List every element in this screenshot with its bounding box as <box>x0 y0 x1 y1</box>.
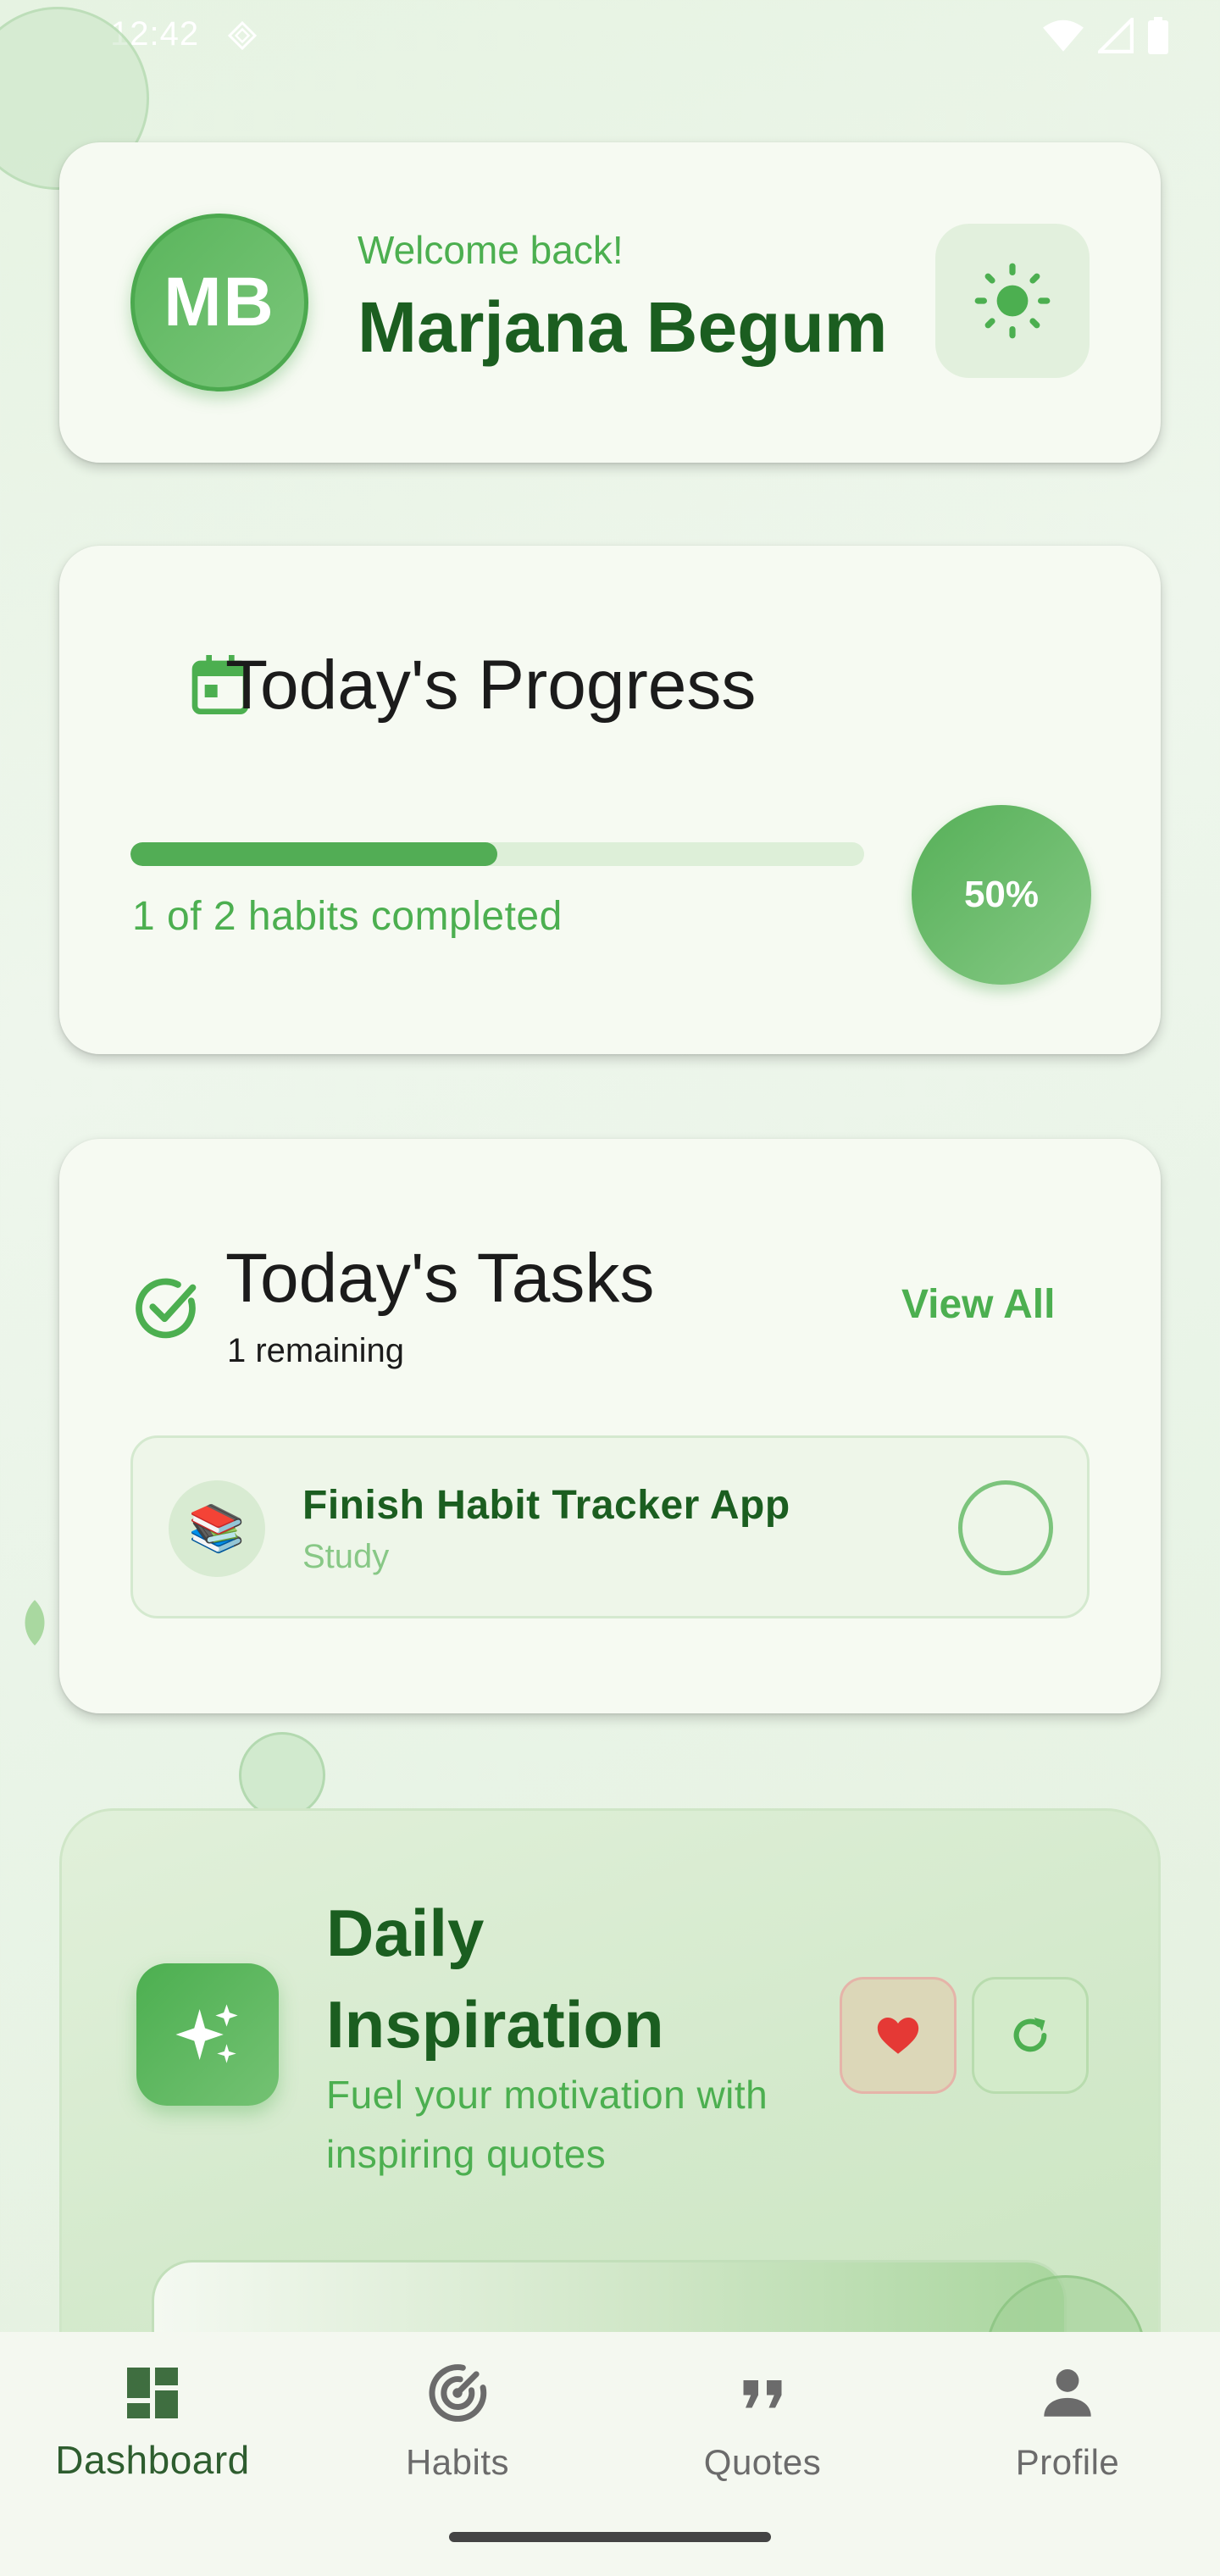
theme-toggle-button[interactable] <box>935 224 1090 378</box>
task-complete-checkbox[interactable] <box>958 1480 1053 1575</box>
notification-icon <box>227 20 258 51</box>
nav-quotes[interactable]: Quotes <box>610 2332 915 2518</box>
status-bar: 12:42 <box>0 0 1220 73</box>
decorative-circle <box>239 1732 325 1818</box>
task-category: Study <box>302 1538 390 1575</box>
dashboard-icon <box>127 2368 178 2418</box>
leaf-icon <box>25 1600 45 1646</box>
target-icon <box>429 2364 487 2422</box>
sparkles-icon <box>175 2004 238 2063</box>
tasks-title: Today's Tasks <box>225 1240 655 1317</box>
nav-profile[interactable]: Profile <box>915 2332 1220 2518</box>
refresh-icon <box>1013 2018 1047 2052</box>
avatar[interactable]: MB <box>130 214 308 391</box>
user-name: Marjana Begum <box>358 287 888 367</box>
nav-label: Quotes <box>703 2442 822 2482</box>
inspiration-title: Daily Inspiration <box>326 1896 664 2062</box>
check-circle-icon <box>136 1278 197 1339</box>
home-indicator[interactable] <box>449 2532 771 2542</box>
quote-icon <box>743 2380 782 2408</box>
welcome-card: MB Welcome back! Marjana Begum <box>59 142 1161 463</box>
cell-signal-icon <box>1098 18 1134 53</box>
nav-label: Profile <box>1015 2442 1120 2482</box>
nav-dashboard[interactable]: Dashboard <box>0 2332 305 2518</box>
nav-label: Dashboard <box>55 2438 250 2482</box>
books-icon: 📚 <box>169 1480 265 1577</box>
person-icon <box>1044 2369 1091 2417</box>
tasks-remaining: 1 remaining <box>227 1332 405 1369</box>
progress-summary: 1 of 2 habits completed <box>132 894 563 939</box>
wifi-icon <box>1043 19 1084 52</box>
progress-title: Today's Progress <box>225 647 757 724</box>
inspiration-subtitle: Fuel your motivation with inspiring quot… <box>326 2073 768 2176</box>
view-all-link[interactable]: View All <box>901 1281 1055 1328</box>
sparkles-icon-badge <box>136 1963 279 2106</box>
refresh-button[interactable] <box>972 1977 1089 2094</box>
welcome-text: Welcome back! <box>358 228 624 272</box>
sun-icon <box>974 263 1051 339</box>
progress-bar-fill <box>130 842 497 866</box>
task-title: Finish Habit Tracker App <box>302 1483 790 1528</box>
battery-icon <box>1148 17 1168 54</box>
heart-icon <box>877 2017 919 2054</box>
progress-card: Today's Progress 1 of 2 habits completed… <box>59 546 1161 1054</box>
system-icons <box>1042 17 1169 54</box>
progress-bar <box>130 842 864 866</box>
favorite-button[interactable] <box>840 1977 957 2094</box>
tasks-card: Today's Tasks 1 remaining View All 📚 Fin… <box>59 1139 1161 1713</box>
nav-label: Habits <box>405 2442 510 2482</box>
task-item[interactable]: 📚 Finish Habit Tracker App Study <box>130 1435 1090 1618</box>
percent-badge: 50% <box>912 805 1091 985</box>
nav-habits[interactable]: Habits <box>305 2332 610 2518</box>
